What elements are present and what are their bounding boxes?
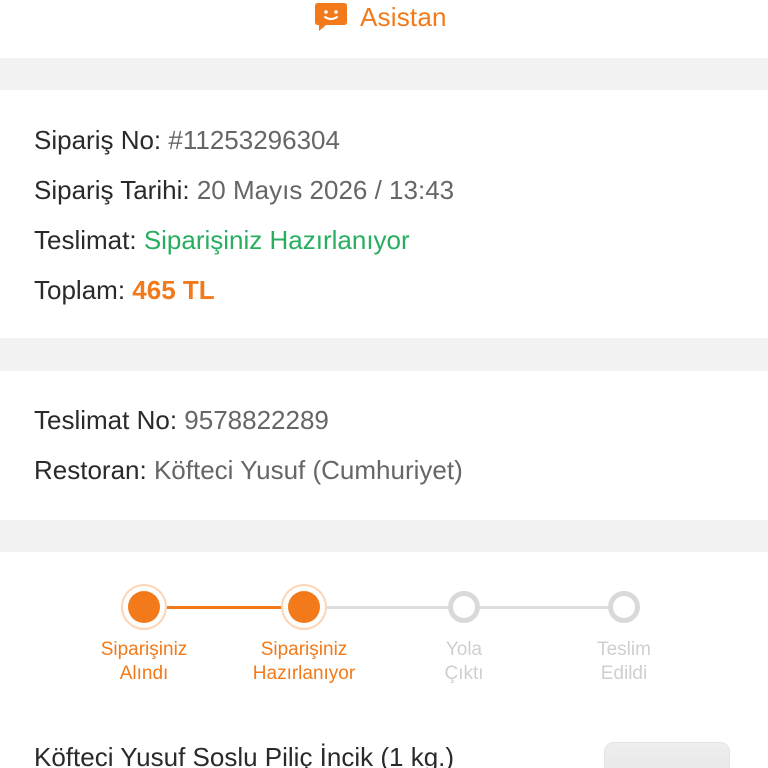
delivery-number-row: Teslimat No: 9578822289: [34, 404, 329, 436]
restaurant-row: Restoran: Köfteci Yusuf (Cumhuriyet): [34, 454, 463, 486]
tracker-line-done: [160, 606, 288, 609]
delivery-status-value: Siparişiniz Hazırlanıyor: [143, 225, 410, 255]
step-label-line: Çıktı: [444, 663, 484, 684]
step-label-line: Hazırlanıyor: [252, 663, 356, 684]
assistant-bar: Asistan: [0, 0, 768, 58]
order-date-label: Sipariş Tarihi:: [34, 175, 190, 205]
section-divider: [0, 338, 768, 371]
step-on-the-way-indicator: [448, 591, 480, 623]
step-label-line: Teslim: [597, 639, 651, 660]
order-date-value: 20 Mayıs 2026 / 13:43: [196, 175, 455, 205]
delivery-number-value[interactable]: 9578822289: [184, 405, 329, 435]
product-title[interactable]: Köfteci Yusuf Soslu Piliç İncik (1 kg.): [34, 740, 454, 768]
delivery-number-label: Teslimat No:: [34, 405, 178, 435]
step-delivered-label: Teslim Edildi: [549, 638, 699, 686]
restaurant-value[interactable]: Köfteci Yusuf (Cumhuriyet): [154, 455, 463, 485]
product-image[interactable]: [604, 742, 730, 768]
delivery-status-row: Teslimat: Siparişiniz Hazırlanıyor: [34, 224, 410, 256]
restaurant-label: Restoran:: [34, 455, 147, 485]
tracker-line-pending: [480, 606, 608, 609]
delivery-status-label: Teslimat:: [34, 225, 137, 255]
section-divider: [0, 58, 768, 90]
assistant-label: Asistan: [360, 1, 447, 32]
section-divider: [0, 520, 768, 552]
step-delivered-indicator: [608, 591, 640, 623]
delivery-info-card: [0, 371, 768, 520]
step-label-line: Alındı: [119, 663, 169, 684]
order-number-value[interactable]: #11253296304: [168, 125, 340, 155]
chat-bubble-icon: [315, 3, 347, 31]
order-detail-page: Asistan Sipariş No: #11253296304 Sipariş…: [0, 0, 768, 768]
order-number-label: Sipariş No:: [34, 125, 162, 155]
tracker-line-pending: [320, 606, 448, 609]
step-received-indicator: [128, 591, 160, 623]
step-received-label: Siparişiniz Alındı: [69, 638, 219, 686]
step-preparing-indicator: [288, 591, 320, 623]
order-total-value: 465 TL: [132, 275, 215, 305]
order-total-row: Toplam: 465 TL: [34, 274, 215, 306]
step-label-line: Siparişiniz: [100, 639, 188, 660]
step-on-the-way-label: Yola Çıktı: [389, 638, 539, 686]
step-label-line: Siparişiniz: [260, 639, 348, 660]
step-label-line: Edildi: [600, 663, 648, 684]
order-number-row: Sipariş No: #11253296304: [34, 124, 340, 156]
step-preparing-label: Siparişiniz Hazırlanıyor: [229, 638, 379, 686]
assistant-button[interactable]: Asistan: [314, 0, 447, 34]
order-total-label: Toplam:: [34, 275, 126, 305]
order-date-row: Sipariş Tarihi: 20 Mayıs 2026 / 13:43: [34, 174, 454, 206]
step-label-line: Yola: [445, 639, 483, 660]
